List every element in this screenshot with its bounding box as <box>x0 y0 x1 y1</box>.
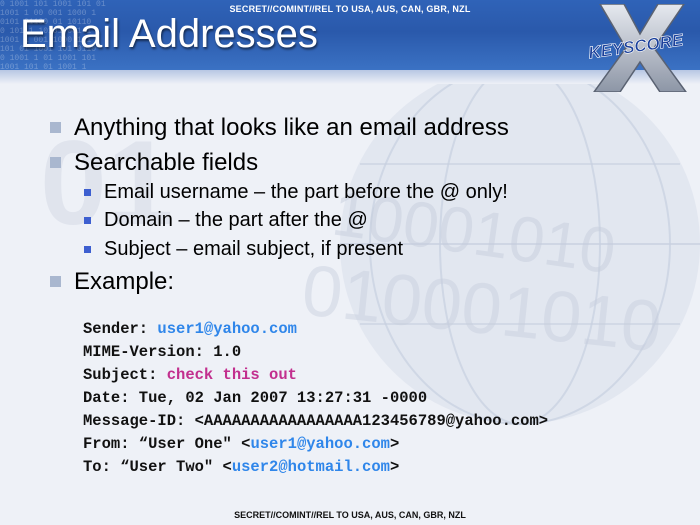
to-label: To: “User Two" < <box>83 458 232 476</box>
email-header-example: Sender: user1@yahoo.com MIME-Version: 1.… <box>83 318 548 479</box>
mime-version-line: MIME-Version: 1.0 <box>83 343 242 361</box>
bullet-square-icon <box>50 157 61 168</box>
from-end: > <box>389 435 400 453</box>
sub-bullet-text: Email username – the part before the @ o… <box>104 181 508 203</box>
sender-label: Sender: <box>83 320 158 338</box>
from-label: From: “User One" < <box>83 435 251 453</box>
subject-line: Subject: check this out <box>83 364 548 387</box>
sub-bullet-text: Subject – email subject, if present <box>104 238 404 260</box>
slide-title: Email Addresses <box>20 12 318 56</box>
bullet-text: Example: <box>74 268 175 295</box>
sub-bullet-text: Domain – the part after the @ <box>104 209 368 231</box>
bullet-text: Anything that looks like an email addres… <box>74 114 509 141</box>
date-line: Date: Tue, 02 Jan 2007 13:27:31 -0000 <box>83 389 428 407</box>
sub-bullet-square-icon <box>84 246 91 253</box>
message-id-line: Message-ID: <AAAAAAAAAAAAAAAAA123456789@… <box>83 412 549 430</box>
to-line: To: “User Two" <user2@hotmail.com> <box>83 456 548 479</box>
from-email: user1@yahoo.com <box>250 435 390 453</box>
subject-label: Subject: <box>83 366 167 384</box>
to-email: user2@hotmail.com <box>231 458 390 476</box>
bullet-text: Searchable fields <box>74 149 259 176</box>
classification-banner-bottom: SECRET//COMINT//REL TO USA, AUS, CAN, GB… <box>234 510 466 520</box>
sub-bullet-square-icon <box>84 217 91 224</box>
to-end: > <box>389 458 400 476</box>
bullet-square-icon <box>50 276 61 287</box>
sender-email: user1@yahoo.com <box>157 320 297 338</box>
bullet-square-icon <box>50 122 61 133</box>
keyscore-logo-icon: KEYSCORE <box>587 4 687 92</box>
from-line: From: “User One" <user1@yahoo.com> <box>83 433 548 456</box>
subject-value: check this out <box>166 366 297 384</box>
sub-bullet-square-icon <box>84 189 91 196</box>
sender-line: Sender: user1@yahoo.com <box>83 318 548 341</box>
